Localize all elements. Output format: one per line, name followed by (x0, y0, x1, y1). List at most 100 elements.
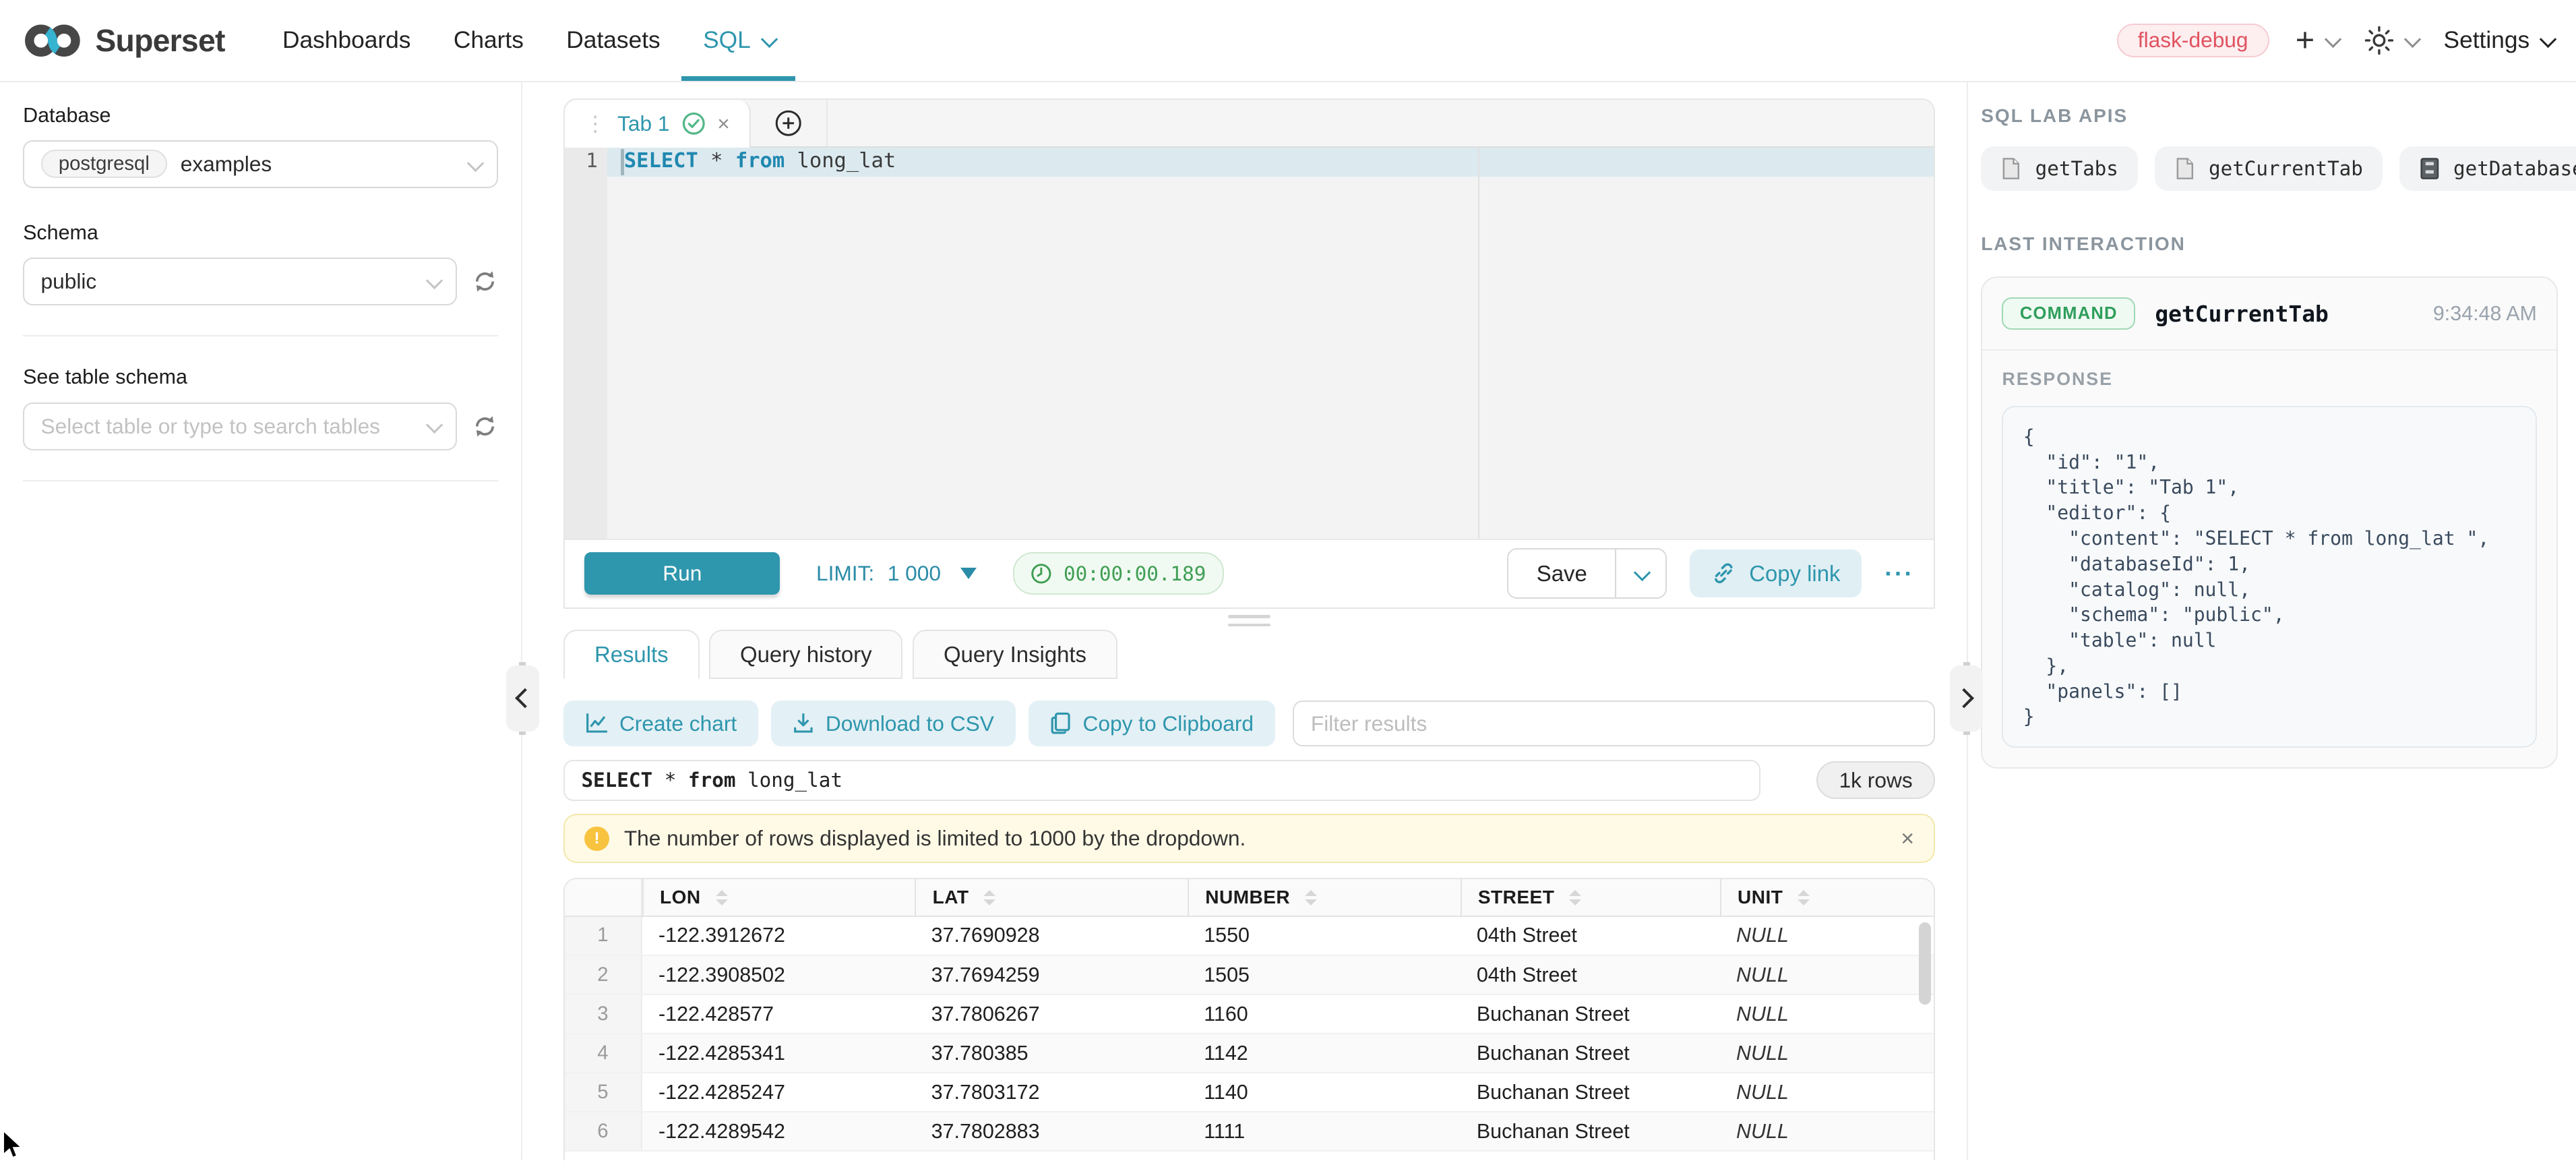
get-databases-button[interactable]: getDatabases (2399, 146, 2576, 191)
chevron-down-icon (426, 272, 443, 289)
clock-icon (1031, 563, 1052, 585)
sort-icon[interactable] (716, 890, 728, 905)
tab-query-insights[interactable]: Query Insights (913, 630, 1117, 679)
sort-icon[interactable] (1305, 890, 1317, 905)
line-number: 1 (565, 149, 598, 172)
download-csv-button[interactable]: Download to CSV (771, 701, 1015, 746)
table-row: 5 -122.4285247 37.7803172 1140 Buchanan … (565, 1073, 1934, 1112)
nav-item-sql[interactable]: SQL (681, 0, 795, 81)
print-margin-line (1478, 148, 1479, 539)
settings-menu[interactable]: Settings (2444, 27, 2553, 54)
theme-toggle-button[interactable] (2364, 26, 2418, 55)
limit-label: LIMIT: (816, 561, 874, 586)
create-chart-button[interactable]: Create chart (563, 701, 758, 746)
chevron-down-icon (761, 31, 778, 48)
file-icon (2000, 157, 2022, 180)
partial-row (565, 1152, 1934, 1160)
sort-icon[interactable] (983, 890, 995, 905)
table-row: 2 -122.3908502 37.7694259 1505 04th Stre… (565, 956, 1934, 995)
editor-tab-1[interactable]: ⋮ Tab 1 × (565, 100, 751, 148)
sort-icon[interactable] (1569, 890, 1581, 905)
database-select[interactable]: postgresql examples (23, 140, 498, 188)
save-split-button: Save (1507, 548, 1667, 599)
plus-icon: + (2296, 24, 2314, 57)
nav-menu: Dashboards Charts Datasets SQL (261, 0, 795, 81)
chevron-down-icon (2540, 31, 2556, 48)
table-select[interactable]: Select table or type to search tables (23, 403, 457, 450)
close-tab-icon[interactable]: × (717, 113, 730, 135)
editor-tab-title: Tab 1 (617, 111, 669, 136)
save-button[interactable]: Save (1508, 549, 1615, 597)
file-icon (2174, 157, 2196, 180)
row-count-badge: 1k rows (1816, 761, 1936, 799)
check-circle-icon (681, 111, 706, 136)
copy-to-clipboard-button[interactable]: Copy to Clipboard (1029, 701, 1275, 746)
api-buttons-row: getTabs getCurrentTab getDatabases (1981, 146, 2558, 191)
row-number-header (565, 879, 642, 916)
sort-icon[interactable] (1798, 890, 1810, 905)
card-divider (1982, 349, 2556, 351)
drag-handle-icon[interactable]: ⋮ (584, 113, 606, 135)
collapse-left-panel-button[interactable] (506, 665, 539, 732)
editor-gutter (565, 148, 607, 539)
close-warning-icon[interactable]: × (1901, 827, 1914, 850)
query-preview-row: SELECT * from long_lat 1k rows (563, 760, 1935, 801)
column-header-lon[interactable]: LON (642, 879, 915, 916)
table-select-placeholder: Select table or type to search tables (41, 414, 381, 439)
save-options-button[interactable] (1615, 549, 1665, 597)
column-header-lat[interactable]: LAT (915, 879, 1188, 916)
filter-results-input[interactable] (1293, 701, 1935, 746)
more-actions-button[interactable]: ··· (1884, 560, 1914, 588)
table-row: 6 -122.4289542 37.7802883 1111 Buchanan … (565, 1112, 1934, 1152)
refresh-icon[interactable] (472, 413, 498, 440)
response-json: { "id": "1", "title": "Tab 1", "editor":… (2023, 424, 2516, 730)
get-current-tab-button[interactable]: getCurrentTab (2155, 146, 2383, 191)
database-value: examples (181, 152, 272, 177)
pane-resize-handle[interactable] (1225, 615, 1274, 626)
nav-item-datasets[interactable]: Datasets (545, 0, 682, 81)
nav-item-dashboards[interactable]: Dashboards (261, 0, 432, 81)
chart-icon (585, 713, 608, 734)
editor-tab-bar: ⋮ Tab 1 × (565, 100, 1934, 147)
sql-editor-card: ⋮ Tab 1 × (563, 98, 1935, 608)
vertical-scrollbar-thumb[interactable] (1919, 922, 1930, 1005)
sun-icon (2364, 26, 2394, 55)
run-button[interactable]: Run (584, 552, 780, 595)
grid-body: 1 -122.3912672 37.7690928 1550 04th Stre… (565, 917, 1934, 1152)
chevron-down-icon (467, 154, 484, 171)
results-actions-row: Create chart Download to CSV Copy to Cli… (563, 701, 1935, 746)
editor-toolbar: Run LIMIT: 1 000 00:00:00.189 (565, 539, 1934, 607)
tab-query-history[interactable]: Query history (709, 630, 902, 679)
copy-link-button[interactable]: Copy link (1690, 549, 1862, 597)
nav-item-charts[interactable]: Charts (432, 0, 545, 81)
table-row: 4 -122.4285341 37.780385 1142 Buchanan S… (565, 1034, 1934, 1073)
schema-select[interactable]: public (23, 258, 457, 305)
superset-logo[interactable]: Superset (23, 0, 225, 81)
refresh-icon[interactable] (472, 268, 498, 295)
table-row: 1 -122.3912672 37.7690928 1550 04th Stre… (565, 917, 1934, 956)
get-tabs-button[interactable]: getTabs (1981, 146, 2138, 191)
caret-down-icon (960, 568, 977, 579)
collapse-right-panel-button[interactable] (1950, 665, 1983, 732)
row-limit-warning: ! The number of rows displayed is limite… (563, 814, 1935, 863)
download-icon (793, 713, 814, 734)
chevron-left-icon (515, 688, 535, 709)
add-tab-button[interactable] (751, 100, 828, 146)
column-header-number[interactable]: NUMBER (1188, 879, 1461, 916)
column-header-street[interactable]: STREET (1461, 879, 1720, 916)
elapsed-time: 00:00:00.189 (1064, 562, 1206, 585)
limit-dropdown[interactable]: LIMIT: 1 000 (816, 561, 977, 586)
column-header-unit[interactable]: UNIT (1720, 879, 1934, 916)
link-icon (1711, 561, 1736, 586)
response-json-box: { "id": "1", "title": "Tab 1", "editor":… (2002, 406, 2537, 747)
brand-name: Superset (95, 22, 224, 59)
query-timer: 00:00:00.189 (1013, 552, 1224, 595)
navbar-right: flask-debug + Settings (2117, 0, 2553, 81)
grid-header-row: LON LAT NUMBER STREET UNIT (565, 879, 1934, 917)
new-item-button[interactable]: + (2296, 24, 2338, 57)
sidebar-divider (23, 480, 498, 481)
mouse-cursor (3, 1131, 23, 1160)
sql-code-editor[interactable]: 1 SELECT * from long_lat (565, 148, 1934, 539)
tab-results[interactable]: Results (563, 630, 699, 679)
plus-circle-icon (774, 109, 802, 137)
